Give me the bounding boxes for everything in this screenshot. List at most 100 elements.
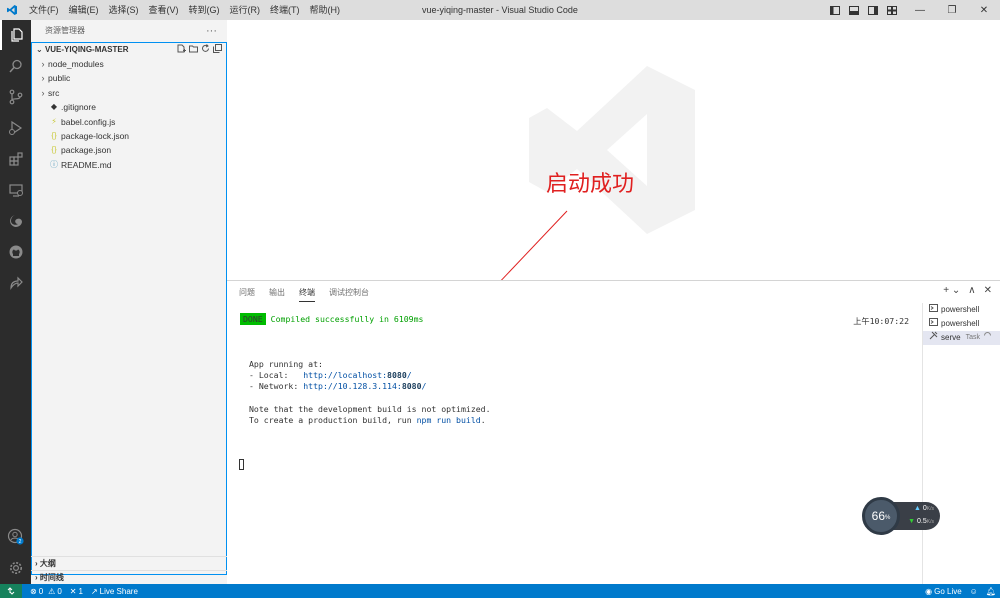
tree-item-label: .gitignore	[61, 102, 96, 113]
ports-icon: ✕	[69, 586, 77, 596]
menu-edit[interactable]: 编辑(E)	[64, 0, 104, 20]
live-share-icon[interactable]	[0, 268, 31, 298]
menu-selection[interactable]: 选择(S)	[104, 0, 144, 20]
gear-icon[interactable]	[0, 553, 31, 583]
terminal-item-serve[interactable]: serve Task	[923, 331, 1000, 345]
feedback-icon[interactable]: ☺	[970, 587, 978, 596]
tree-folder[interactable]: › src	[32, 86, 226, 100]
new-terminal-button[interactable]: + ⌄	[943, 285, 960, 296]
edge-icon[interactable]	[0, 206, 31, 236]
maximize-button[interactable]: ❐	[936, 0, 968, 20]
tree-folder[interactable]: › node_modules	[32, 57, 226, 71]
tab-output[interactable]: 输出	[269, 287, 285, 302]
tree-file[interactable]: {} package.json	[32, 143, 226, 157]
customize-layout-icon[interactable]	[885, 0, 899, 20]
problems-status[interactable]: ⊗ 0 ⚠ 0	[30, 587, 62, 596]
app-running-line: App running at:	[249, 359, 323, 369]
chevron-right-icon: ›	[35, 559, 38, 568]
close-panel-button[interactable]: ✕	[984, 285, 992, 296]
network-monitor-widget[interactable]: ▲ 0K/s ▼ 0.5K/s 66%	[862, 497, 940, 535]
terminal-item-powershell[interactable]: powershell	[923, 317, 1000, 331]
editor-area: 启动成功	[227, 20, 1000, 280]
local-url-link[interactable]: http://localhost:8080/	[303, 370, 411, 380]
activity-bar: 2	[0, 20, 31, 584]
done-badge: DONE	[240, 313, 266, 325]
build-command: npm run build	[416, 415, 481, 425]
extensions-icon[interactable]	[0, 144, 31, 174]
account-icon[interactable]: 2	[0, 522, 31, 552]
network-url-link[interactable]: http://10.128.3.114:8080/	[303, 381, 426, 391]
file-type-icon: ⚡	[51, 116, 57, 126]
go-live-button[interactable]: ◉ Go Live	[925, 587, 962, 596]
tree-item-label: babel.config.js	[61, 116, 116, 127]
tree-file[interactable]: ⚡ babel.config.js	[32, 115, 226, 129]
file-type-icon: ◆	[50, 102, 58, 112]
compile-line: DONE Compiled successfully in 6109ms	[240, 313, 423, 325]
tree-file[interactable]: {} package-lock.json	[32, 129, 226, 143]
menu-run[interactable]: 运行(R)	[225, 0, 266, 20]
toggle-sidebar-icon[interactable]	[828, 0, 842, 20]
production-build-line: To create a production build, run npm ru…	[249, 415, 486, 425]
sidebar-header: 资源管理器 ···	[31, 20, 227, 42]
chevron-right-icon: ›	[41, 59, 45, 69]
menu-file[interactable]: 文件(F)	[24, 0, 64, 20]
menu-view[interactable]: 查看(V)	[144, 0, 184, 20]
source-control-icon[interactable]	[0, 82, 31, 112]
tree-item-label: README.md	[61, 159, 112, 170]
file-tree: ⌄ VUE-YIQING-MASTER › node_modules › public…	[31, 42, 227, 575]
chevron-down-icon: ⌄	[36, 45, 43, 54]
tab-terminal[interactable]: 终端	[299, 287, 315, 302]
collapse-all-icon[interactable]	[213, 44, 222, 58]
live-share-status[interactable]: ↗ Live Share	[91, 587, 138, 596]
tab-problems[interactable]: 问题	[239, 287, 255, 302]
terminal-item-powershell[interactable]: powershell	[923, 303, 1000, 317]
toggle-panel-icon[interactable]	[847, 0, 861, 20]
close-button[interactable]: ✕	[968, 0, 1000, 20]
chevron-right-icon: ›	[35, 573, 38, 582]
title-bar: 文件(F) 编辑(E) 选择(S) 查看(V) 转到(G) 运行(R) 终端(T…	[0, 0, 1000, 20]
file-type-icon: {}	[51, 145, 57, 155]
workspace-folder-header[interactable]: ⌄ VUE-YIQING-MASTER	[32, 43, 226, 57]
new-file-icon[interactable]	[177, 44, 186, 58]
terminal-icon	[929, 317, 938, 331]
warning-icon: ⚠	[48, 586, 56, 596]
menu-go[interactable]: 转到(G)	[184, 0, 225, 20]
chevron-right-icon: ›	[41, 73, 45, 84]
terminal-icon	[929, 303, 938, 317]
sidebar-title: 资源管理器	[45, 26, 85, 35]
github-icon[interactable]	[0, 237, 31, 267]
account-badge: 2	[18, 539, 21, 545]
panel-toolbar: + ⌄ ∧ ✕	[943, 285, 992, 296]
tab-debug-console[interactable]: 调试控制台	[329, 287, 369, 302]
timeline-section[interactable]: › 时间线	[31, 570, 227, 584]
maximize-panel-button[interactable]: ∧	[968, 285, 975, 296]
chevron-right-icon: ›	[41, 87, 45, 98]
remote-explorer-icon[interactable]	[0, 175, 31, 205]
terminal-output[interactable]: DONE Compiled successfully in 6109ms 上午1…	[227, 303, 921, 585]
toggle-secondary-sidebar-icon[interactable]	[866, 0, 880, 20]
run-debug-icon[interactable]	[0, 113, 31, 143]
search-icon[interactable]	[0, 51, 31, 81]
menu-bar: 文件(F) 编辑(E) 选择(S) 查看(V) 转到(G) 运行(R) 终端(T…	[24, 0, 345, 20]
more-actions-icon[interactable]: ···	[206, 20, 217, 42]
terminal-list: powershell powershell serve Task	[922, 303, 1000, 585]
notifications-icon[interactable]: 🔔︎	[986, 587, 996, 596]
explorer-icon[interactable]	[0, 20, 31, 50]
upload-speed: ▲ 0K/s	[913, 505, 934, 512]
ports-status[interactable]: ✕ 1	[70, 587, 83, 596]
menu-help[interactable]: 帮助(H)	[305, 0, 346, 20]
outline-section[interactable]: › 大纲	[31, 556, 227, 570]
tree-folder[interactable]: › public	[32, 71, 226, 85]
tree-file[interactable]: ◆ .gitignore	[32, 100, 226, 114]
minimize-button[interactable]: —	[904, 0, 936, 20]
new-folder-icon[interactable]	[189, 44, 198, 58]
remote-indicator-icon[interactable]	[0, 584, 22, 598]
task-tag: Task	[965, 334, 980, 341]
refresh-icon[interactable]	[201, 44, 210, 58]
terminal-time: 上午10:07:22	[853, 316, 909, 326]
live-share-icon: ↗	[90, 586, 98, 596]
annotation-text: 启动成功	[546, 172, 635, 197]
tree-item-label: package.json	[61, 145, 112, 156]
menu-terminal[interactable]: 终端(T)	[265, 0, 305, 20]
tree-file[interactable]: ⓘ README.md	[32, 158, 226, 172]
